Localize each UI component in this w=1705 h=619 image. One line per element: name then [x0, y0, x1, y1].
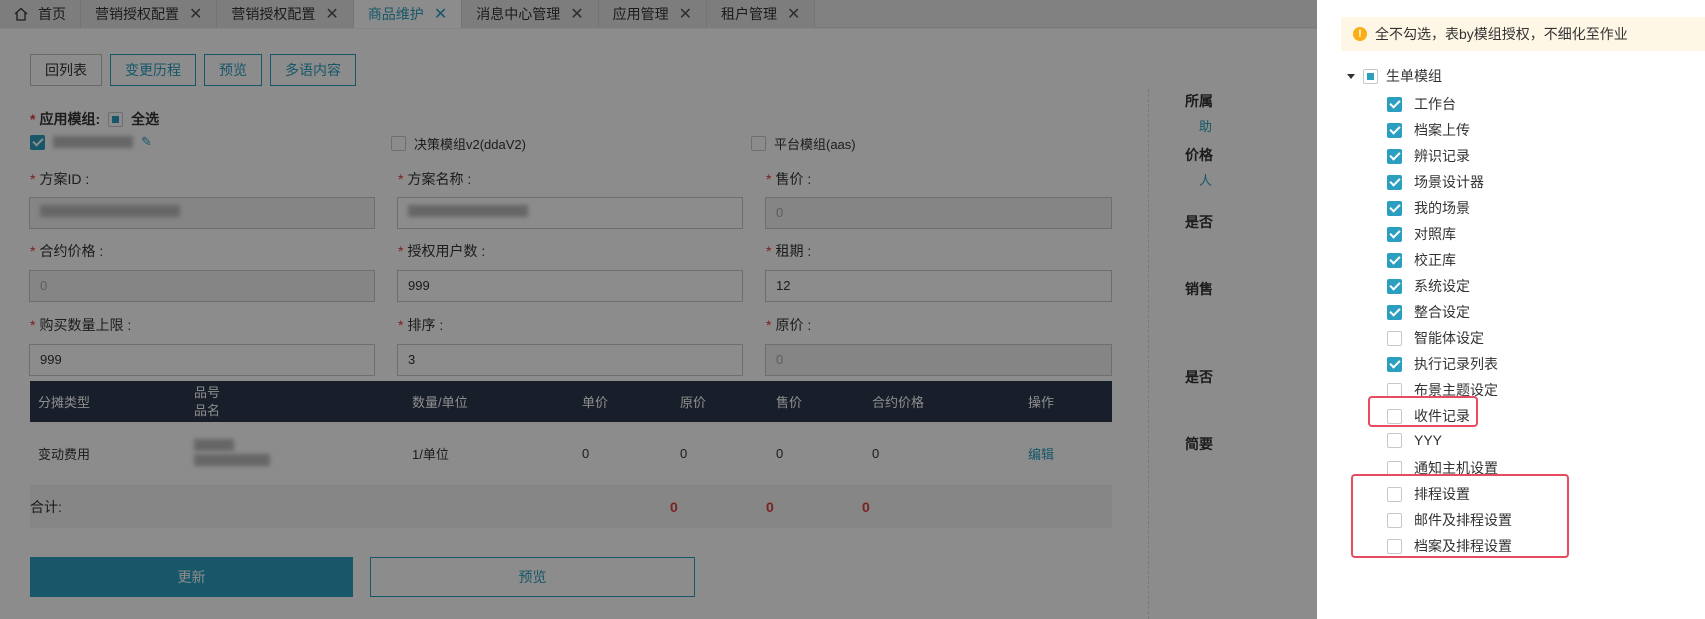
modal-overlay[interactable] [0, 0, 1317, 619]
node-checkbox[interactable] [1387, 252, 1402, 268]
node-label: 我的场景 [1414, 200, 1470, 216]
tree-node[interactable]: 执行记录列表 [1387, 354, 1498, 374]
node-label: 档案上传 [1414, 122, 1470, 138]
tree-node[interactable]: 我的场景 [1387, 198, 1470, 218]
node-label: 智能体设定 [1414, 330, 1484, 346]
node-label: 执行记录列表 [1414, 356, 1498, 372]
caret-down-icon[interactable] [1347, 73, 1355, 79]
node-label: 系统设定 [1414, 278, 1470, 294]
root-checkbox[interactable] [1363, 68, 1378, 84]
node-checkbox[interactable] [1387, 330, 1402, 346]
node-label: 工作台 [1414, 96, 1456, 112]
node-checkbox[interactable] [1387, 356, 1402, 372]
tree-node[interactable]: YYY [1387, 432, 1442, 448]
highlight-box-group [1351, 474, 1569, 558]
node-checkbox[interactable] [1387, 96, 1402, 112]
tree-node[interactable]: 档案上传 [1387, 120, 1470, 140]
node-checkbox[interactable] [1387, 226, 1402, 242]
node-label: YYY [1414, 432, 1443, 448]
node-checkbox[interactable] [1387, 200, 1402, 216]
tree-root-node[interactable]: 生单模组 [1347, 66, 1442, 86]
node-checkbox[interactable] [1387, 304, 1402, 320]
tree-node[interactable]: 校正库 [1387, 250, 1456, 270]
tree-node[interactable]: 整合设定 [1387, 302, 1470, 322]
node-checkbox[interactable] [1387, 278, 1402, 294]
node-checkbox[interactable] [1387, 122, 1402, 138]
tree-node[interactable]: 场景设计器 [1387, 172, 1484, 192]
tree-node[interactable]: 系统设定 [1387, 276, 1470, 296]
node-label: 整合设定 [1414, 304, 1470, 320]
warning-icon: ! [1353, 27, 1367, 41]
module-auth-drawer: ! 全不勾选，表by模组授权，不细化至作业 生单模组 工作台 档案上传 辨识记录… [1317, 0, 1705, 619]
node-label: 辨识记录 [1414, 148, 1470, 164]
tree-node[interactable]: 智能体设定 [1387, 328, 1484, 348]
node-checkbox[interactable] [1387, 174, 1402, 190]
node-checkbox[interactable] [1387, 148, 1402, 164]
node-label: 校正库 [1414, 252, 1456, 268]
node-label: 对照库 [1414, 226, 1456, 242]
highlight-box-single [1368, 396, 1478, 427]
tree-node[interactable]: 对照库 [1387, 224, 1456, 244]
node-label: 场景设计器 [1414, 174, 1484, 190]
node-checkbox[interactable] [1387, 432, 1402, 448]
info-alert: ! 全不勾选，表by模组授权，不细化至作业 [1341, 17, 1705, 51]
alert-text: 全不勾选，表by模组授权，不细化至作业 [1375, 26, 1628, 42]
root-label: 生单模组 [1386, 68, 1442, 84]
tree-node[interactable]: 工作台 [1387, 94, 1456, 114]
tree-node[interactable]: 辨识记录 [1387, 146, 1470, 166]
